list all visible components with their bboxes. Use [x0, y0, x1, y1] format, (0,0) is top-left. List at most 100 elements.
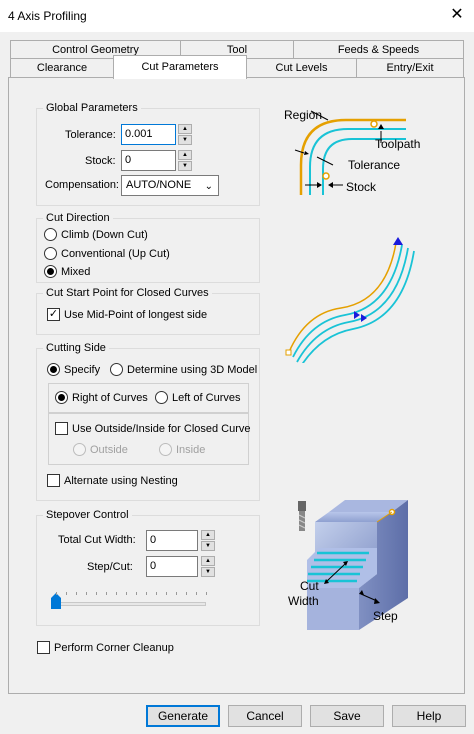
stock-label: Stock: [85, 155, 116, 167]
tab-label: Clearance [36, 62, 88, 74]
alternate-nesting-label[interactable]: Alternate using Nesting [64, 474, 178, 488]
spin-down-icon[interactable]: ▼ [201, 567, 215, 577]
slider-tick [166, 592, 167, 595]
spin-up-icon[interactable]: ▲ [178, 124, 192, 134]
cut-parameters-panel: Global Parameters Tolerance: 0.001 ▲ ▼ St… [8, 77, 465, 694]
compensation-value: AUTO/NONE [126, 179, 192, 191]
climb-label[interactable]: Climb (Down Cut) [61, 228, 148, 242]
generate-button[interactable]: Generate [146, 705, 220, 727]
mid-point-checkbox[interactable]: ✓ [47, 308, 60, 321]
cut-start-diagram [285, 237, 415, 363]
tab-clearance[interactable]: Clearance [10, 58, 114, 77]
slider-tick [106, 592, 107, 595]
group-title: Cut Start Point for Closed Curves [43, 286, 212, 300]
mixed-label[interactable]: Mixed [61, 265, 90, 279]
step-cut-input[interactable]: 0 [146, 556, 198, 577]
inside-label: Inside [176, 444, 206, 456]
slider-tick [196, 592, 197, 595]
diagram-step-label: Step [373, 609, 398, 623]
stepover-slider-thumb[interactable] [50, 593, 62, 610]
title-bar: 4 Axis Profiling ✕ [0, 0, 474, 32]
group-title: Cutting Side [43, 341, 109, 355]
outside-label: Outside [90, 444, 128, 456]
cancel-button[interactable]: Cancel [228, 705, 302, 727]
stock-spinner[interactable]: ▲ ▼ [178, 150, 192, 171]
slider-tick [56, 592, 57, 595]
spin-up-icon[interactable]: ▲ [201, 530, 215, 540]
window-title: 4 Axis Profiling [8, 9, 87, 23]
tolerance-input[interactable]: 0.001 [121, 124, 176, 145]
climb-radio[interactable] [44, 228, 57, 241]
mixed-radio[interactable] [44, 265, 57, 278]
outside-radio [73, 443, 86, 456]
determine-3d-label[interactable]: Determine using 3D Model [127, 363, 257, 377]
group-title: Cut Direction [43, 211, 113, 225]
inside-radio [159, 443, 172, 456]
spin-up-icon[interactable]: ▲ [178, 150, 192, 160]
right-of-curves-label[interactable]: Right of Curves [72, 391, 148, 405]
step-cut-spinner[interactable]: ▲ ▼ [201, 556, 215, 577]
conventional-label[interactable]: Conventional (Up Cut) [61, 247, 170, 261]
tab-cut-parameters[interactable]: Cut Parameters [113, 55, 247, 79]
spin-down-icon[interactable]: ▼ [178, 135, 192, 145]
spin-up-icon[interactable]: ▲ [201, 556, 215, 566]
stepover-3d-diagram [298, 500, 408, 630]
slider-tick [76, 592, 77, 595]
left-of-curves-label[interactable]: Left of Curves [172, 391, 240, 405]
tab-cut-levels[interactable]: Cut Levels [246, 58, 357, 77]
corner-cleanup-label[interactable]: Perform Corner Cleanup [54, 641, 174, 655]
group-title: Stepover Control [43, 508, 132, 522]
slider-tick [186, 592, 187, 595]
group-title: Global Parameters [43, 101, 141, 115]
tab-label: Entry/Exit [386, 62, 434, 74]
diagram-cut-label: Cut [300, 579, 319, 593]
tolerance-label: Tolerance: [65, 129, 116, 141]
closed-curve-subgroup [48, 413, 249, 465]
slider-tick [136, 592, 137, 595]
alternate-nesting-checkbox[interactable] [47, 474, 60, 487]
diagram-region-label: Region [284, 108, 323, 122]
diagram-stock-label: Stock [346, 180, 377, 194]
tab-entry-exit[interactable]: Entry/Exit [356, 58, 464, 77]
slider-tick [86, 592, 87, 595]
left-of-curves-radio[interactable] [155, 391, 168, 404]
total-cut-width-input[interactable]: 0 [146, 530, 198, 551]
close-icon[interactable]: ✕ [440, 0, 474, 32]
stepover-slider-track[interactable] [51, 602, 206, 606]
compensation-label: Compensation: [45, 179, 119, 191]
specify-label[interactable]: Specify [64, 363, 100, 377]
slider-tick [66, 592, 67, 595]
spin-down-icon[interactable]: ▼ [201, 541, 215, 551]
step-cut-label: Step/Cut: [87, 561, 133, 573]
specify-radio[interactable] [47, 363, 60, 376]
total-cut-width-spinner[interactable]: ▲ ▼ [201, 530, 215, 551]
slider-tick [146, 592, 147, 595]
diagram-tolerance-label: Tolerance [348, 158, 401, 172]
corner-cleanup-checkbox[interactable] [37, 641, 50, 654]
slider-tick [96, 592, 97, 595]
tab-label: Feeds & Speeds [337, 44, 420, 56]
use-outside-inside-checkbox[interactable] [55, 422, 68, 435]
diagram-width-label: Width [288, 594, 319, 608]
compensation-select[interactable]: AUTO/NONE ⌄ [121, 175, 219, 196]
stock-input[interactable]: 0 [121, 150, 176, 171]
tab-label: Cut Levels [275, 62, 328, 74]
slider-tick [176, 592, 177, 595]
tab-label: Cut Parameters [141, 61, 219, 73]
spin-down-icon[interactable]: ▼ [178, 161, 192, 171]
save-button[interactable]: Save [310, 705, 384, 727]
slider-tick [126, 592, 127, 595]
chevron-down-icon: ⌄ [204, 181, 213, 192]
use-outside-inside-label[interactable]: Use Outside/Inside for Closed Curve [72, 422, 251, 436]
tab-feeds-speeds[interactable]: Feeds & Speeds [293, 40, 464, 59]
mid-point-label[interactable]: Use Mid-Point of longest side [64, 308, 207, 322]
help-button[interactable]: Help [392, 705, 466, 727]
slider-tick [206, 592, 207, 595]
conventional-radio[interactable] [44, 247, 57, 260]
slider-tick [156, 592, 157, 595]
tolerance-spinner[interactable]: ▲ ▼ [178, 124, 192, 145]
total-cut-width-label: Total Cut Width: [58, 534, 136, 546]
determine-3d-radio[interactable] [110, 363, 123, 376]
right-of-curves-radio[interactable] [55, 391, 68, 404]
diagram-toolpath-label: Toolpath [375, 137, 421, 151]
